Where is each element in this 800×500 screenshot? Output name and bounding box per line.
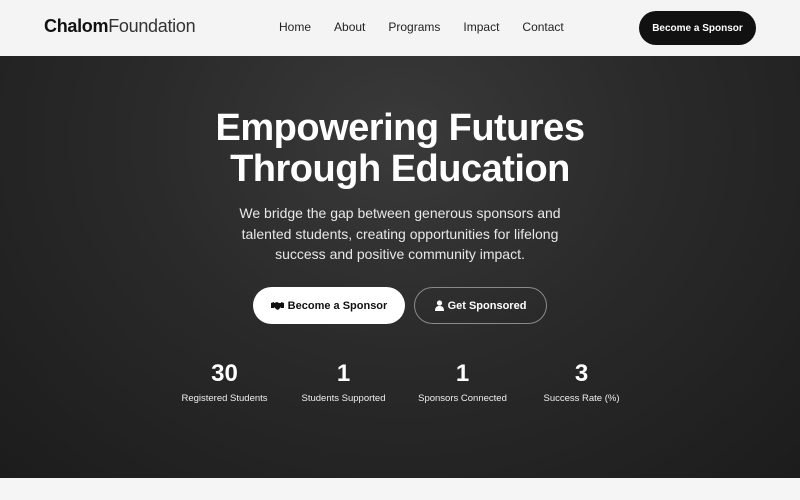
nav-link-impact[interactable]: Impact xyxy=(463,20,499,34)
navbar: ChalomFoundation Home About Programs Imp… xyxy=(0,0,800,56)
hero-title: Empowering Futures Through Education xyxy=(0,108,800,190)
become-sponsor-button[interactable]: Become a Sponsor xyxy=(253,287,405,324)
hero-subtitle: We bridge the gap between generous spons… xyxy=(239,205,561,262)
brand-name-light: Foundation xyxy=(108,16,196,36)
stat-registered-students: 30 Registered Students xyxy=(165,360,284,407)
stat-success-rate: 3 Success Rate (%) xyxy=(522,360,641,407)
stat-label: Success Rate (%) xyxy=(543,393,620,404)
hero-section: Empowering Futures Through Education We … xyxy=(0,56,800,478)
nav-become-sponsor-button[interactable]: Become a Sponsor xyxy=(639,11,756,45)
user-icon xyxy=(434,300,444,311)
nav-link-home[interactable]: Home xyxy=(279,20,311,34)
stat-value: 1 xyxy=(455,360,470,387)
stat-sponsors-connected: 1 Sponsors Connected xyxy=(403,360,522,407)
nav-links: Home About Programs Impact Contact xyxy=(279,20,587,34)
handshake-icon xyxy=(270,301,284,311)
stat-value: 3 xyxy=(574,360,589,387)
stat-label: Students Supported xyxy=(301,393,386,404)
brand-logo[interactable]: ChalomFoundation xyxy=(44,16,196,37)
hero-title-line-1: Empowering Futures xyxy=(215,107,585,149)
next-section-edge xyxy=(0,478,800,500)
nav-link-contact[interactable]: Contact xyxy=(522,20,563,34)
stat-value: 1 xyxy=(336,360,351,387)
stat-label: Sponsors Connected xyxy=(418,393,507,404)
get-sponsored-button-label: Get Sponsored xyxy=(447,299,527,312)
stat-value: 30 xyxy=(211,360,238,387)
become-sponsor-button-label: Become a Sponsor xyxy=(287,299,388,312)
hero-title-line-2: Through Education xyxy=(230,148,570,190)
brand-name-bold: Chalom xyxy=(44,16,109,36)
get-sponsored-button[interactable]: Get Sponsored xyxy=(414,287,547,324)
nav-link-about[interactable]: About xyxy=(334,20,365,34)
nav-link-programs[interactable]: Programs xyxy=(388,20,440,34)
stat-students-supported: 1 Students Supported xyxy=(284,360,403,407)
stats-row: 30 Registered Students 1 Students Suppor… xyxy=(165,360,641,407)
stat-label: Registered Students xyxy=(181,393,268,404)
